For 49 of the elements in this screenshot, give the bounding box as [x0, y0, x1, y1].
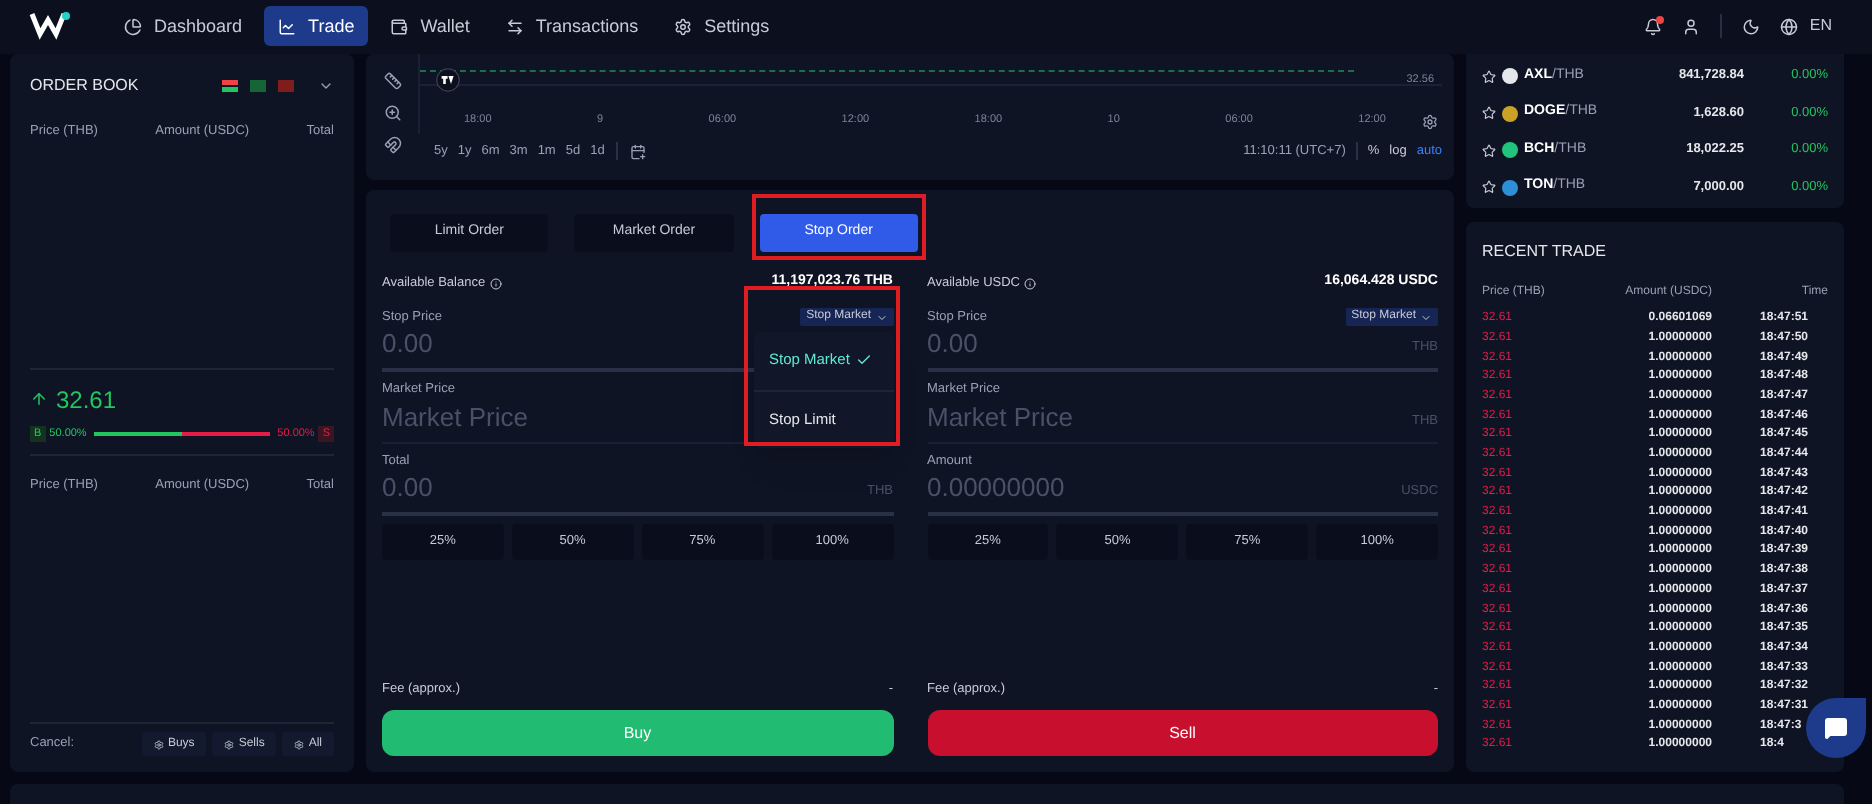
- favorite-star-icon[interactable]: [1482, 180, 1496, 195]
- chevron-down-icon: [1420, 311, 1432, 324]
- calendar-icon[interactable]: [630, 143, 647, 160]
- nav-tab[interactable]: Dashboard: [110, 6, 257, 47]
- language-label[interactable]: EN: [1809, 14, 1832, 39]
- check-icon: [855, 352, 872, 369]
- nav-tab[interactable]: Wallet: [376, 6, 484, 47]
- gear-icon: [153, 739, 164, 750]
- panel-title: ORDER BOOK: [30, 73, 139, 98]
- magnet-icon[interactable]: [383, 135, 401, 154]
- buy-view-icon[interactable]: [250, 79, 266, 92]
- chart-settings-icon[interactable]: [1422, 113, 1438, 130]
- wallet-icon: [390, 17, 409, 36]
- nav-tab[interactable]: Transactions: [491, 6, 653, 47]
- gear-icon: [224, 739, 235, 750]
- input-field[interactable]: Market Price: [382, 398, 702, 438]
- input-field[interactable]: Market Price: [927, 398, 1170, 438]
- chevron-down-icon: [875, 311, 887, 324]
- notification-bell-icon[interactable]: [1643, 17, 1662, 36]
- chat-bubble-icon: [1824, 716, 1848, 740]
- moon-icon[interactable]: [1741, 17, 1760, 36]
- info-icon[interactable]: [489, 277, 502, 290]
- input-field[interactable]: 0.00: [382, 468, 625, 508]
- line-chart-icon: [278, 17, 297, 36]
- ruler-icon[interactable]: [383, 71, 401, 90]
- chat-button[interactable]: [1806, 698, 1866, 758]
- panel-title: RECENT TRADE: [1482, 239, 1608, 264]
- chart-logo-icon: [436, 67, 460, 92]
- globe-icon[interactable]: [1779, 17, 1798, 36]
- favorite-star-icon[interactable]: [1482, 69, 1496, 84]
- zoom-in-icon[interactable]: [383, 103, 401, 122]
- logo-icon: [28, 8, 72, 45]
- input-field[interactable]: 0.00: [927, 324, 1170, 364]
- swap-arrows-icon: [505, 17, 524, 36]
- input-field[interactable]: 0.00000000: [927, 468, 1165, 508]
- user-icon[interactable]: [1681, 17, 1700, 36]
- settings-icon: [674, 17, 693, 36]
- sell-button[interactable]: Sell: [927, 710, 1438, 757]
- nav-tab[interactable]: Trade: [264, 6, 369, 47]
- last-price: 32.61: [56, 383, 117, 418]
- pie-chart-icon: [124, 17, 142, 36]
- both-sides-view-icon[interactable]: [222, 79, 238, 92]
- info-icon[interactable]: [1023, 277, 1036, 290]
- gear-icon: [294, 739, 305, 750]
- up-arrow-icon: [30, 390, 48, 409]
- favorite-star-icon[interactable]: [1482, 106, 1496, 121]
- nav-tab[interactable]: Settings: [660, 6, 784, 47]
- favorite-star-icon[interactable]: [1482, 143, 1496, 158]
- input-field[interactable]: 0.00: [382, 324, 702, 364]
